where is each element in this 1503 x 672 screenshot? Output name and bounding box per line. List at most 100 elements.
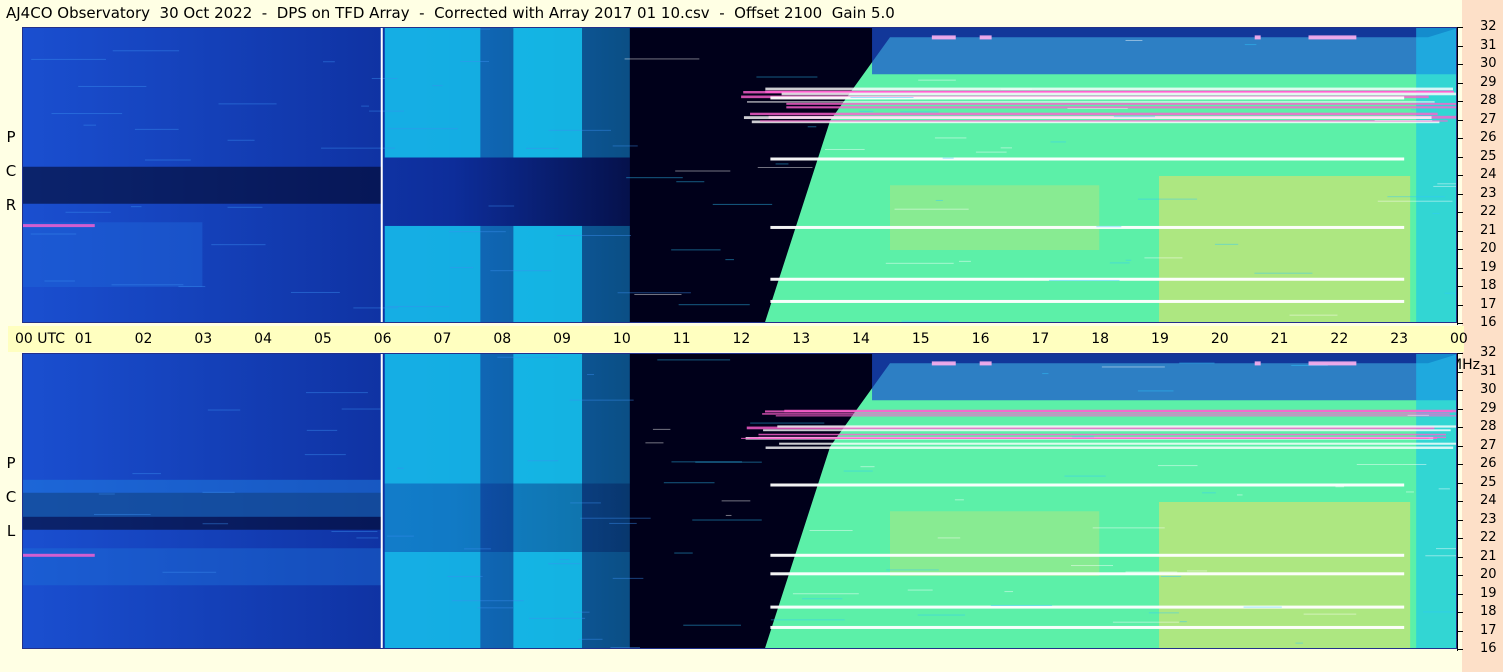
noise-streak bbox=[134, 128, 179, 130]
noise-streak bbox=[990, 604, 1053, 606]
noise-streak bbox=[1101, 366, 1165, 368]
noise-streak bbox=[306, 392, 368, 394]
cyan-interval-block bbox=[513, 483, 583, 552]
noise-streak bbox=[663, 482, 715, 484]
frequency-tick-mark bbox=[1457, 156, 1463, 158]
noise-streak bbox=[610, 646, 641, 648]
frequency-tick-mark bbox=[1457, 501, 1463, 502]
noise-streak bbox=[451, 600, 524, 602]
noise-streak bbox=[371, 77, 398, 79]
frequency-tick-label: 19 bbox=[1480, 585, 1497, 601]
noise-streak bbox=[331, 531, 378, 533]
frequency-tick-mark bbox=[1457, 482, 1463, 484]
frequency-tick-label: 25 bbox=[1480, 148, 1497, 164]
frequency-tick-mark bbox=[1457, 138, 1463, 139]
noise-streak bbox=[609, 522, 637, 524]
noise-streak bbox=[683, 624, 741, 626]
utc-tick-label: 07 bbox=[433, 331, 452, 347]
noise-streak bbox=[1067, 107, 1128, 109]
utc-tick-label: 12 bbox=[732, 331, 751, 347]
noise-streak bbox=[1137, 198, 1198, 200]
noise-streak bbox=[1201, 492, 1216, 494]
noise-streak bbox=[428, 28, 490, 30]
frequency-tick-label: 32 bbox=[1480, 19, 1497, 34]
noise-streak bbox=[1144, 257, 1183, 259]
noise-streak bbox=[341, 408, 381, 410]
noise-streak bbox=[569, 399, 634, 401]
carrier-line bbox=[770, 299, 1405, 303]
noise-streak bbox=[130, 206, 142, 208]
noise-streak bbox=[1064, 475, 1106, 477]
noise-streak bbox=[1356, 464, 1427, 466]
noise-streak bbox=[1377, 200, 1453, 202]
utc-tick-label: 20 bbox=[1210, 331, 1229, 347]
interference-line bbox=[747, 101, 1435, 103]
utc-tick-label: 03 bbox=[194, 331, 213, 347]
cyan-interval-block bbox=[582, 551, 630, 648]
cyan-interval-block bbox=[582, 28, 630, 158]
lcp-letter-2: C bbox=[5, 488, 17, 506]
noise-streak bbox=[490, 270, 552, 272]
night-black-region bbox=[629, 354, 771, 648]
noise-streak bbox=[721, 500, 751, 502]
frequency-tick-label: 29 bbox=[1480, 400, 1497, 416]
noise-streak bbox=[1125, 39, 1143, 41]
noise-streak bbox=[1049, 279, 1120, 281]
noise-streak bbox=[1438, 488, 1450, 490]
noise-streak bbox=[526, 147, 559, 149]
noise-streak bbox=[934, 137, 967, 139]
noise-streak bbox=[657, 359, 731, 361]
frequency-tick-label: 26 bbox=[1480, 456, 1497, 471]
carrier-line bbox=[23, 553, 95, 557]
time-marker-06 bbox=[380, 28, 383, 322]
noise-streak bbox=[626, 177, 683, 179]
noise-streak bbox=[304, 454, 346, 456]
noise-streak bbox=[900, 111, 939, 113]
noise-streak bbox=[290, 291, 340, 293]
frequency-tick-mark bbox=[1457, 575, 1463, 576]
utc-tick-label: 14 bbox=[852, 331, 870, 347]
interference-line bbox=[765, 446, 1454, 449]
noise-streak bbox=[809, 529, 853, 531]
noise-streak bbox=[807, 126, 817, 128]
frequency-tick-label: 25 bbox=[1480, 474, 1497, 490]
utc-tick-label: 09 bbox=[553, 331, 571, 347]
noise-streak bbox=[548, 129, 612, 131]
utc-tick-label: 19 bbox=[1151, 331, 1169, 347]
carrier-line bbox=[770, 625, 1405, 629]
rcp-spectrogram bbox=[23, 28, 1456, 322]
noise-streak bbox=[1092, 527, 1165, 529]
noise-streak bbox=[44, 280, 75, 282]
lcp-bright-band bbox=[23, 548, 382, 586]
carrier-line bbox=[23, 224, 95, 228]
utc-tick-label: 16 bbox=[971, 331, 990, 347]
noise-streak bbox=[757, 166, 813, 168]
noise-streak bbox=[460, 60, 490, 62]
noise-streak bbox=[678, 304, 750, 306]
noise-streak bbox=[1004, 591, 1014, 593]
frequency-tick-label: 31 bbox=[1480, 363, 1497, 379]
frequency-tick-mark bbox=[1457, 119, 1463, 121]
noise-streak bbox=[1407, 414, 1429, 416]
noise-streak bbox=[1423, 611, 1454, 613]
interference-line bbox=[786, 102, 1456, 105]
noise-streak bbox=[529, 617, 586, 619]
frequency-tick-label: 23 bbox=[1480, 511, 1497, 527]
utc-tick-label: 13 bbox=[792, 331, 811, 347]
rcp-letter-2: C bbox=[5, 162, 17, 180]
frequency-tick-mark bbox=[1457, 445, 1463, 447]
noise-streak bbox=[1179, 621, 1187, 623]
noise-streak bbox=[447, 575, 483, 577]
frequency-tick-mark bbox=[1457, 193, 1463, 195]
carrier-line bbox=[770, 157, 1405, 161]
noise-streak bbox=[1432, 213, 1440, 215]
noise-streak bbox=[792, 593, 859, 595]
frequency-tick-mark bbox=[1457, 427, 1463, 428]
noise-streak bbox=[570, 502, 601, 504]
interference-blip bbox=[979, 35, 992, 40]
noise-streak bbox=[750, 422, 825, 424]
interference-blip bbox=[1254, 361, 1261, 366]
frequency-tick-label: 22 bbox=[1480, 530, 1497, 545]
noise-streak bbox=[432, 85, 443, 87]
noise-streak bbox=[612, 145, 638, 147]
